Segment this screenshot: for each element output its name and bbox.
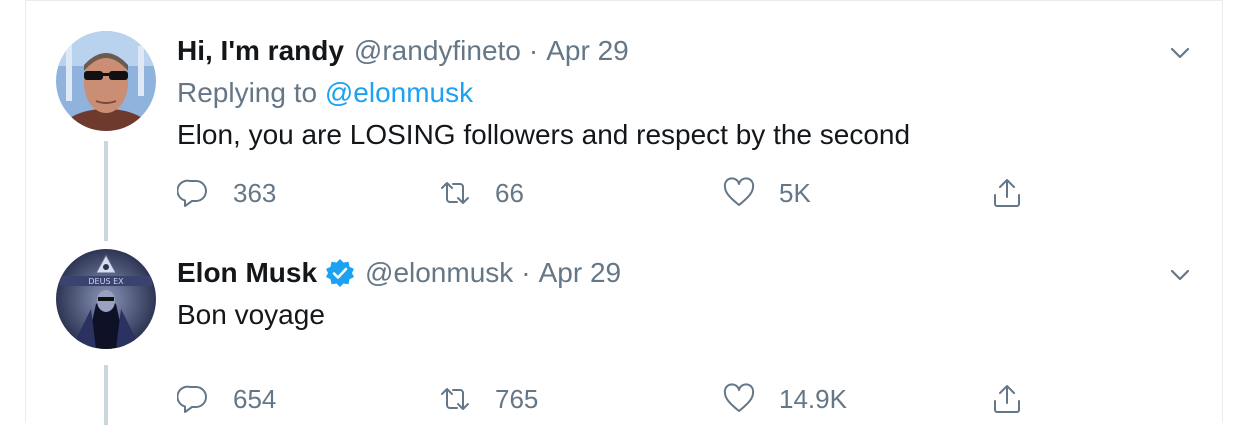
timestamp[interactable]: Apr 29: [546, 35, 629, 67]
display-name[interactable]: Hi, I'm randy: [177, 35, 344, 67]
replying-to: Replying to @elonmusk: [177, 73, 1194, 113]
retweet-button[interactable]: 765: [439, 379, 538, 419]
handle[interactable]: @elonmusk: [365, 257, 513, 289]
tweet-header: Elon Musk @elonmusk · Apr 29: [177, 253, 1194, 293]
retweet-button[interactable]: 66: [439, 173, 524, 213]
retweet-icon: [439, 383, 471, 415]
avatar[interactable]: [56, 31, 156, 131]
avatar[interactable]: DEUS EX: [56, 249, 156, 349]
reply-icon: [177, 383, 209, 415]
replying-to-label: Replying to: [177, 77, 318, 108]
display-name[interactable]: Elon Musk: [177, 257, 317, 289]
reply-button[interactable]: 363: [177, 173, 276, 213]
tweet-content: Hi, I'm randy @randyfineto · Apr 29 Repl…: [177, 31, 1194, 208]
separator: ·: [528, 35, 539, 66]
like-count: 14.9K: [779, 383, 847, 414]
tweet-text: Bon voyage: [177, 299, 325, 330]
like-count: 5K: [779, 177, 811, 208]
svg-text:DEUS EX: DEUS EX: [88, 277, 124, 286]
share-button[interactable]: [991, 173, 1023, 213]
chevron-down-icon[interactable]: [1166, 261, 1194, 289]
share-icon: [991, 177, 1023, 209]
retweet-count: 765: [495, 383, 539, 414]
timestamp[interactable]: Apr 29: [539, 257, 622, 289]
like-button[interactable]: 14.9K: [723, 379, 847, 419]
share-icon: [991, 383, 1023, 415]
separator: ·: [521, 257, 531, 288]
heart-icon: [723, 383, 755, 415]
share-button[interactable]: [991, 379, 1023, 419]
tweet-header: Hi, I'm randy @randyfineto · Apr 29: [177, 31, 1194, 71]
verified-badge-icon: [325, 258, 355, 288]
thread-line: [104, 365, 108, 425]
retweet-icon: [439, 177, 471, 209]
tweet-text: Elon, you are LOSING followers and respe…: [177, 119, 911, 150]
mention-link[interactable]: @elonmusk: [325, 77, 473, 108]
handle[interactable]: @randyfineto: [354, 35, 521, 67]
reply-count: 363: [233, 177, 277, 208]
timeline: Hi, I'm randy @randyfineto · Apr 29 Repl…: [25, 0, 1224, 425]
reply-icon: [177, 177, 209, 209]
reply-button[interactable]: 654: [177, 379, 276, 419]
heart-icon: [723, 177, 755, 209]
chevron-down-icon[interactable]: [1166, 39, 1194, 67]
tweet-content: Elon Musk @elonmusk · Apr 29 Bon voyage: [177, 253, 1194, 414]
reply-count: 654: [233, 383, 277, 414]
tweet[interactable]: DEUS EX Elon Musk @elonmusk · Apr 29 Bon…: [26, 227, 1224, 425]
retweet-count: 66: [495, 177, 524, 208]
thread-line: [104, 141, 108, 241]
tweet[interactable]: Hi, I'm randy @randyfineto · Apr 29 Repl…: [26, 1, 1224, 241]
like-button[interactable]: 5K: [723, 173, 811, 213]
